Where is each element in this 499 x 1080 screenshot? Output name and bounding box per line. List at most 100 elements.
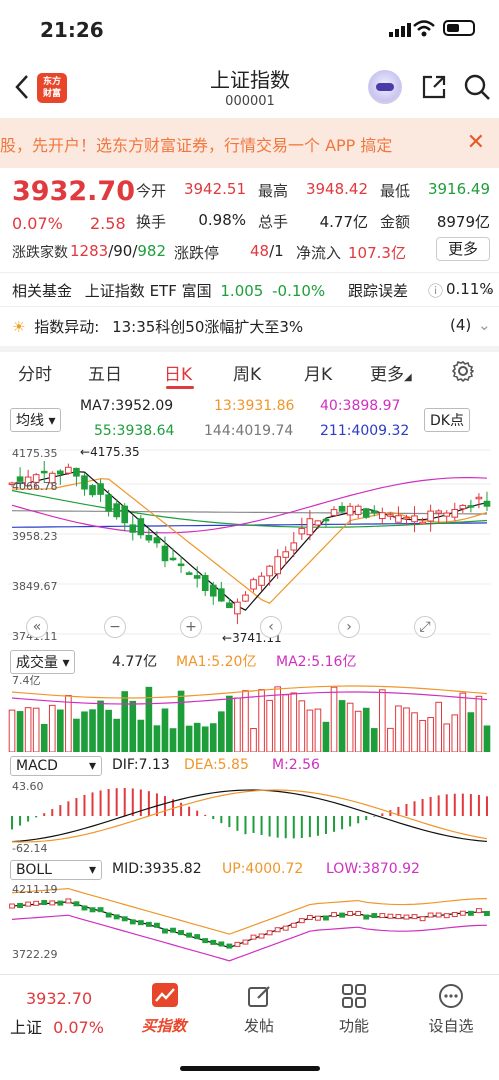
kline-high-marker: ←4175.35 — [80, 445, 140, 459]
macd-select[interactable]: MACD ▾ — [10, 756, 102, 776]
volume-bar — [48, 704, 56, 752]
limit-up: 48 — [250, 242, 270, 260]
step-right-button[interactable]: › — [338, 616, 360, 638]
boll-candle — [306, 915, 313, 921]
boll-select-label: BOLL — [16, 862, 52, 878]
promo-banner[interactable]: 股，先开户！选东方财富证券，行情交易一个 APP 搞定 ✕ — [0, 118, 499, 168]
kline-candle — [250, 579, 257, 590]
boll-candle — [282, 925, 289, 931]
kline-chart[interactable] — [8, 442, 491, 644]
kline-candle — [209, 584, 217, 597]
status-time: 21:26 — [40, 18, 104, 42]
search-icon[interactable] — [463, 73, 491, 101]
app-logo: 东方 财富 — [37, 73, 67, 103]
boll-candle — [298, 918, 305, 924]
more-circle-icon — [439, 984, 463, 1008]
share-icon[interactable] — [420, 73, 448, 101]
boll-candle — [9, 903, 15, 909]
kline-candle — [73, 467, 80, 477]
status-bar: 21:26 — [0, 0, 499, 56]
step-left-button[interactable]: ‹ — [260, 616, 282, 638]
kline-candle — [411, 515, 418, 523]
divider — [0, 306, 499, 307]
volume-bar — [153, 725, 161, 752]
tab-monthly-k[interactable]: 月K — [304, 360, 332, 385]
boll-select[interactable]: BOLL ▾ — [10, 860, 102, 880]
boll-chart[interactable] — [8, 882, 491, 968]
close-icon[interactable]: ✕ — [467, 130, 485, 155]
kline-candle — [435, 510, 442, 514]
kline-candle — [40, 470, 48, 474]
kline-high-value: 4175.35 — [90, 445, 140, 459]
volume-chart[interactable] — [8, 672, 491, 752]
tab-five-day[interactable]: 五日 — [88, 360, 122, 385]
kline-candle — [338, 505, 346, 512]
zoom-in-button[interactable]: + — [180, 616, 202, 638]
volume-bar — [97, 700, 104, 752]
back-button[interactable] — [10, 72, 34, 102]
boll-candle — [57, 900, 64, 906]
scroll-left-button[interactable]: « — [26, 616, 48, 638]
volume-bar — [435, 701, 442, 752]
boll-candle — [137, 920, 144, 926]
volume-select[interactable]: 成交量 ▾ — [10, 650, 76, 674]
volume-bar — [65, 694, 72, 752]
macd-chart[interactable] — [8, 778, 491, 854]
boll-candle — [484, 910, 490, 916]
indicator-select-label: 均线 — [16, 413, 44, 429]
ai-assistant-icon[interactable] — [368, 70, 402, 104]
boll-candle — [387, 913, 394, 919]
section-gap — [0, 346, 499, 352]
related-fund-row[interactable]: 相关基金 上证指数 ETF 富国 1.005 -0.10% 跟踪误差 ⓘ 0.1… — [12, 280, 495, 301]
volume-ma1: MA1:5.20亿 — [176, 654, 257, 670]
kline-candle — [459, 504, 467, 510]
zoom-out-button[interactable]: − — [104, 616, 126, 638]
boll-candle — [154, 922, 160, 928]
boll-y-top: 4211.19 — [12, 883, 58, 896]
alert-count: (4) — [450, 316, 472, 334]
boll-candle — [17, 902, 23, 908]
chevron-down-icon[interactable]: ⌄ — [478, 316, 491, 334]
boll-candle — [218, 941, 225, 947]
tab-weekly-k[interactable]: 周K — [233, 360, 261, 385]
post-label: 发帖 — [243, 1017, 274, 1035]
volume-bar — [24, 707, 32, 752]
volume-bar — [258, 689, 265, 752]
turnover-value: 0.98% — [198, 211, 246, 229]
fullscreen-button[interactable]: ⤢ — [414, 616, 436, 638]
kline-candle — [137, 518, 145, 536]
volume-bar — [105, 709, 112, 752]
banner-text: 股，先开户！选东方财富证券，行情交易一个 APP 搞定 — [0, 136, 393, 155]
tab-daily-k[interactable]: 日K — [164, 360, 192, 385]
index-quote-mini[interactable]: 3932.70 上证 0.07% — [10, 989, 110, 1038]
inflow-label: 净流入 — [296, 244, 342, 262]
volume-bar — [169, 728, 177, 752]
boll-candle — [226, 943, 233, 949]
volume-bar — [250, 727, 257, 752]
tab-intraday[interactable]: 分时 — [18, 360, 52, 385]
ma144-line — [11, 510, 488, 515]
boll-candle — [25, 901, 32, 907]
more-button[interactable]: 更多 — [436, 237, 490, 261]
kline-candle — [330, 509, 338, 517]
settings-icon[interactable] — [452, 360, 474, 382]
index-alert-row[interactable]: ☀ 指数异动: 13:35科创50涨幅扩大至3% (4) ⌄ — [12, 316, 492, 337]
kline-candle — [177, 563, 185, 567]
chevron-down-icon[interactable]: ⌄ — [482, 280, 495, 298]
kline-candle — [129, 524, 137, 533]
limit-down: /1 — [269, 242, 284, 260]
volume-bar — [81, 711, 88, 752]
indicator-select[interactable]: 均线 ▾ — [10, 408, 62, 432]
info-icon[interactable]: ⓘ — [428, 280, 443, 301]
kline-candle — [201, 575, 209, 592]
dk-point-button[interactable]: DK点 — [424, 408, 470, 432]
amount-label: 金额 — [380, 213, 411, 231]
kline-candle — [185, 572, 193, 575]
kline-candle — [65, 466, 72, 474]
home-indicator — [180, 1066, 320, 1071]
page-title: 上证指数 — [210, 68, 290, 92]
volume-bar — [137, 719, 145, 752]
volume-bar — [218, 711, 225, 752]
tab-more[interactable]: 更多◢ — [370, 360, 412, 385]
volume-bar — [113, 718, 120, 752]
